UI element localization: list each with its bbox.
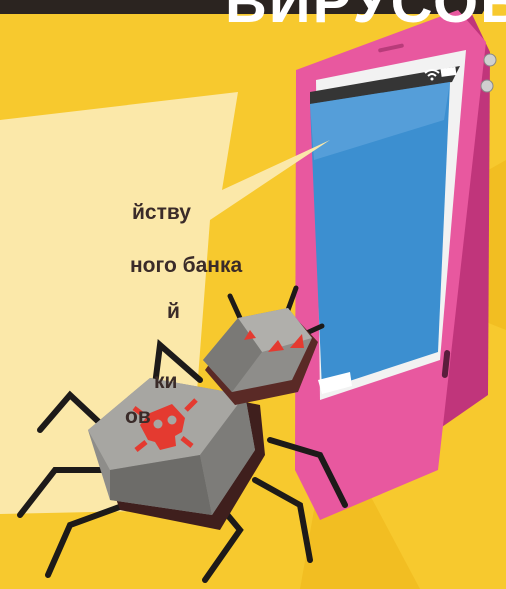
list-fragment-2: ного банка (130, 254, 243, 277)
headline: ВИРУСОВ (225, 0, 506, 35)
infographic: ВИРУСОВ йству ного банка й ки ов (0, 0, 506, 589)
list-fragment-5: ов (125, 405, 151, 428)
list-fragment-3: й (167, 300, 180, 323)
volume-up-button (483, 53, 497, 67)
list-fragment-4: ки (154, 370, 178, 393)
volume-down-button (480, 79, 494, 93)
list-fragment-1: йству (132, 201, 191, 224)
illustration (0, 0, 506, 589)
